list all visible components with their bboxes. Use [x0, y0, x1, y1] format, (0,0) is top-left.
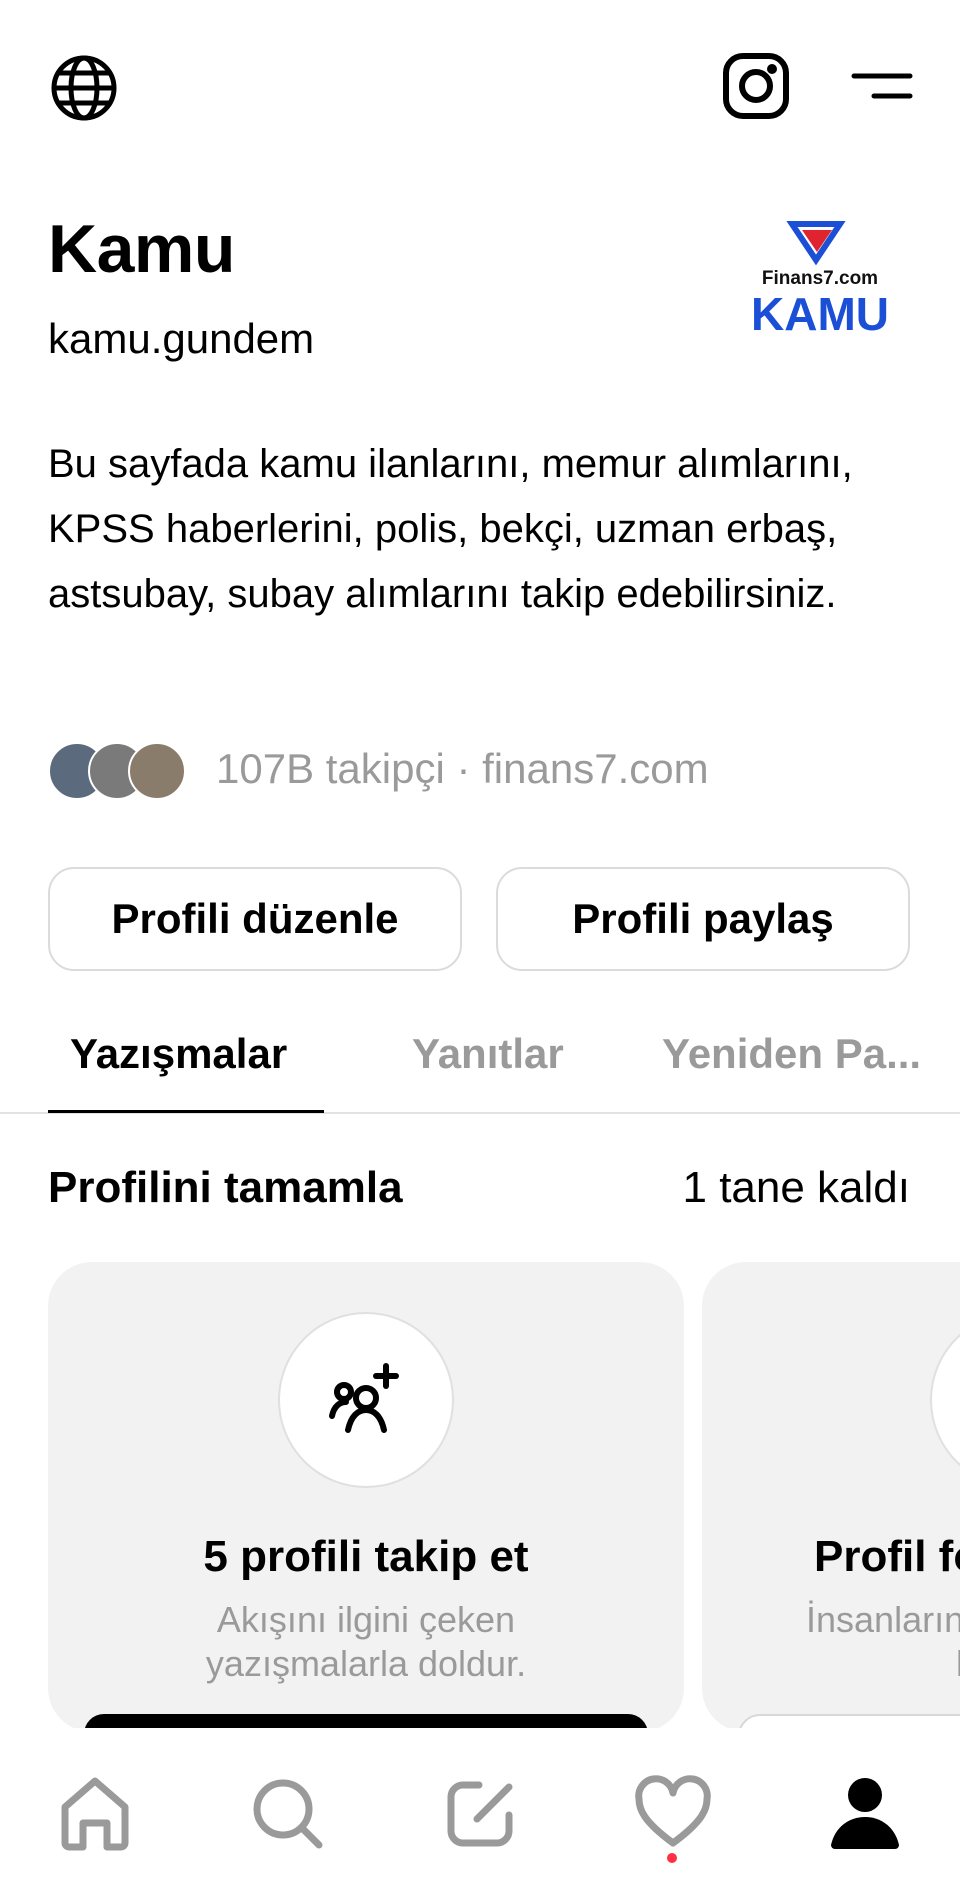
profile-bio: Bu sayfada kamu ilanlarını, memur alımla… — [48, 442, 853, 616]
avatar — [128, 742, 186, 800]
globe-icon[interactable] — [48, 52, 120, 124]
tab-threads[interactable]: Yazışmalar — [70, 1030, 287, 1078]
logo-top-text: Finans7.com — [762, 268, 878, 289]
tab-reposts[interactable]: Yeniden Pa... — [662, 1030, 921, 1078]
profile-name: Kamu — [48, 211, 235, 287]
active-tab-indicator — [48, 1110, 324, 1113]
logo-main-text: KAMU — [751, 288, 889, 340]
search-icon[interactable] — [244, 1770, 330, 1856]
activity-heart-icon[interactable] — [630, 1770, 716, 1856]
instagram-icon[interactable] — [720, 50, 792, 122]
menu-icon[interactable] — [848, 62, 916, 110]
card-icon-circle — [278, 1312, 454, 1488]
profile-icon[interactable] — [822, 1770, 908, 1856]
followers-count[interactable]: 107B takipçi · finans7.com — [216, 745, 709, 793]
complete-profile-remaining: 1 tane kaldı — [682, 1163, 911, 1212]
profile-task-card[interactable]: 5 profili takip et Akışını ilgini çeken … — [48, 1262, 684, 1732]
compose-icon[interactable] — [438, 1770, 524, 1856]
tab-replies[interactable]: Yanıtlar — [412, 1030, 564, 1078]
add-people-icon — [326, 1358, 406, 1443]
profile-logo[interactable]: Finans7.com KAMU — [740, 220, 900, 340]
share-profile-button[interactable]: Profili paylaş — [496, 867, 910, 971]
card-title: 5 profili takip et — [203, 1532, 529, 1581]
profile-task-card[interactable]: Profil fo İnsanların ko — [702, 1262, 960, 1732]
complete-profile-title: Profilini tamamla — [48, 1163, 403, 1212]
activity-notification-dot — [667, 1853, 677, 1863]
profile-handle: kamu.gundem — [48, 315, 315, 362]
follower-avatars[interactable] — [48, 742, 198, 800]
card-description: Akışını ilgini çeken yazışmalarla doldur… — [205, 1599, 527, 1684]
home-icon[interactable] — [52, 1770, 138, 1856]
card-description: İnsanların ko — [806, 1599, 960, 1684]
card-icon-circle — [930, 1312, 960, 1488]
edit-profile-button[interactable]: Profili düzenle — [48, 867, 462, 971]
card-title: Profil fo — [814, 1532, 960, 1581]
